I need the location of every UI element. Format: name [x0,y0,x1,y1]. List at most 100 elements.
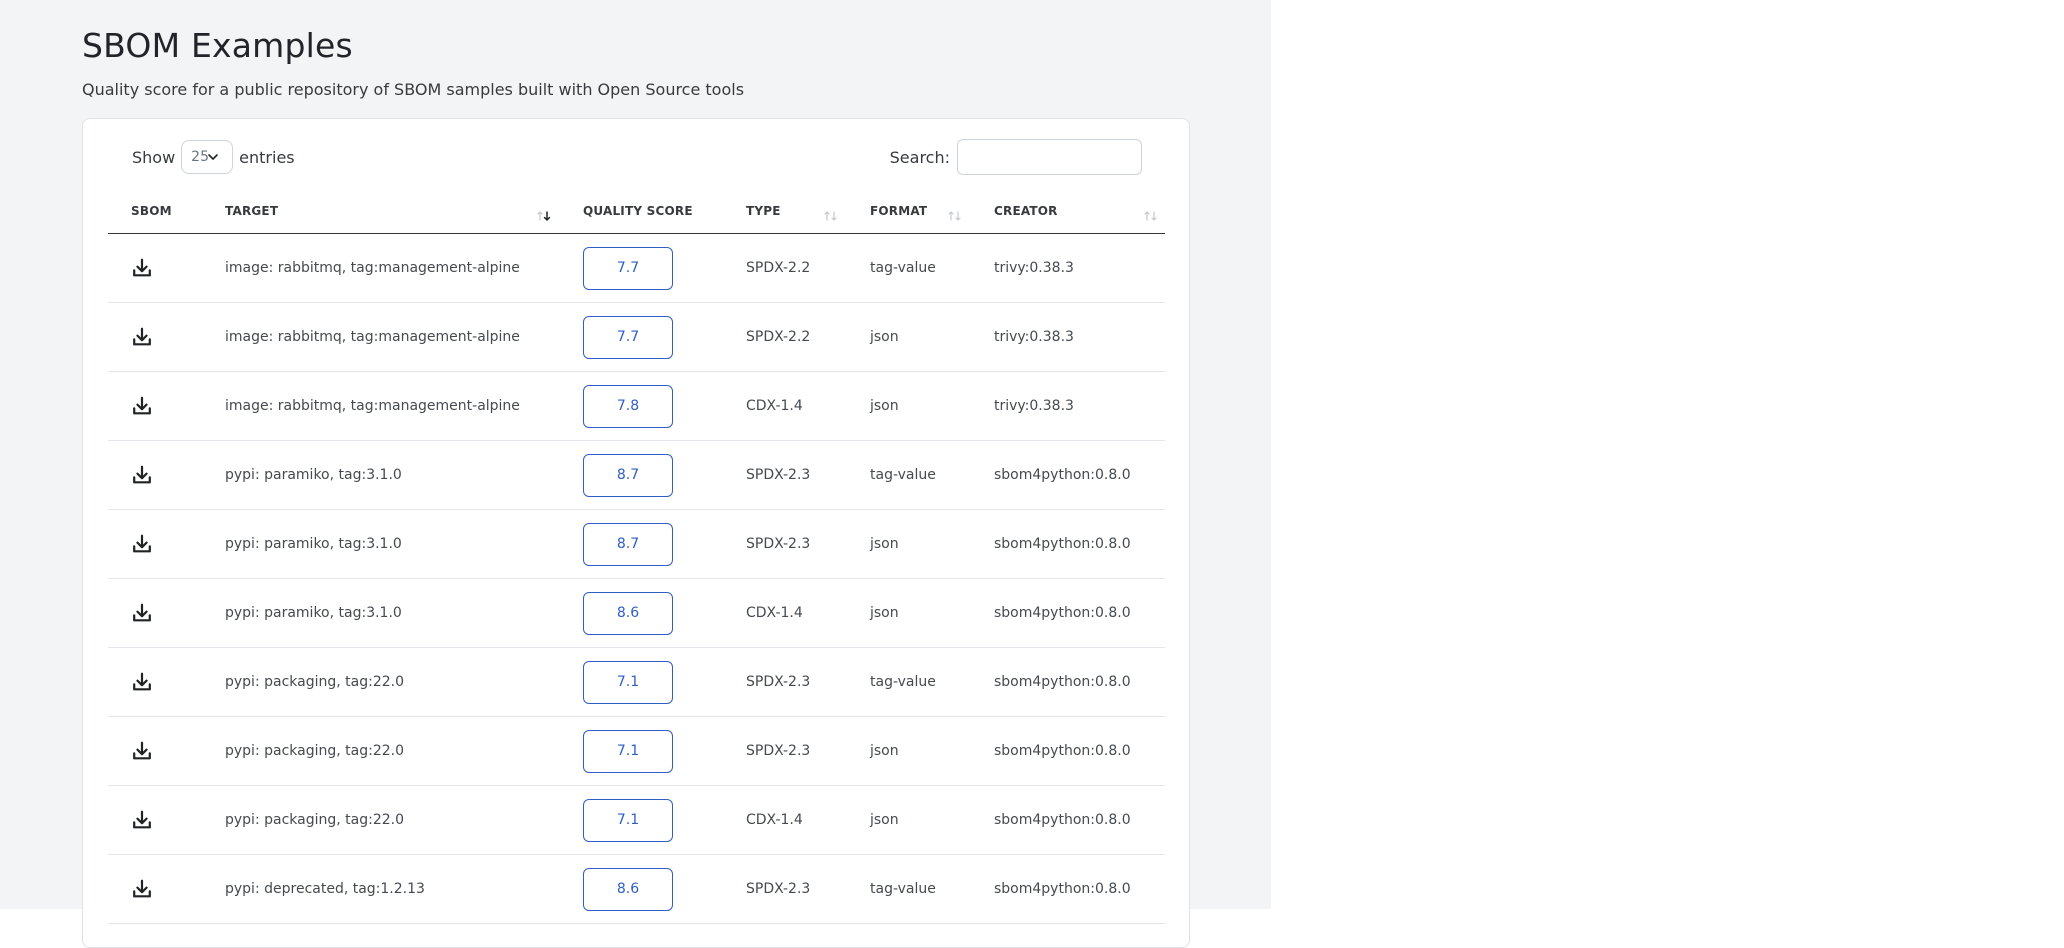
table-header-row: SBOM TARGET QUALITY SCORE TYPE FORMAT CR… [108,189,1165,234]
table-row: pypi: deprecated, tag:1.2.13 8.6 SPDX-2.… [108,854,1165,924]
cell-creator: trivy:0.38.3 [971,371,1165,441]
column-header-label: TYPE [746,204,781,218]
cell-type: SPDX-2.3 [723,440,847,510]
cell-format: tag-value [847,854,971,924]
cell-target: pypi: packaging, tag:22.0 [202,647,560,717]
cell-format: json [847,509,971,579]
download-icon[interactable] [131,395,153,417]
quality-score-button[interactable]: 7.1 [583,729,673,773]
show-label: Show [132,147,176,167]
cell-type: SPDX-2.3 [723,509,847,579]
cell-format: json [847,785,971,855]
cell-creator: sbom4python:0.8.0 [971,854,1165,924]
download-icon[interactable] [131,809,153,831]
entries-length-select[interactable]: 25 [181,140,234,174]
table-row: pypi: packaging, tag:22.0 7.1 CDX-1.4 js… [108,785,1165,855]
table-row: image: rabbitmq, tag:management-alpine 7… [108,233,1165,303]
sort-both-icon [948,211,961,221]
column-header-label: QUALITY SCORE [583,204,693,218]
download-icon[interactable] [131,878,153,900]
download-icon[interactable] [131,602,153,624]
cell-format: tag-value [847,233,971,303]
cell-creator: sbom4python:0.8.0 [971,716,1165,786]
table-row: image: rabbitmq, tag:management-alpine 7… [108,302,1165,372]
column-header-type[interactable]: TYPE [723,189,847,234]
sort-both-icon [824,211,837,221]
column-header-label: SBOM [131,204,172,218]
table-row: pypi: paramiko, tag:3.1.0 8.7 SPDX-2.3 j… [108,509,1165,579]
cell-format: tag-value [847,440,971,510]
column-header-label: CREATOR [994,204,1058,218]
cell-creator: trivy:0.38.3 [971,302,1165,372]
quality-score-button[interactable]: 8.6 [583,591,673,635]
cell-creator: trivy:0.38.3 [971,233,1165,303]
table-row: image: rabbitmq, tag:management-alpine 7… [108,371,1165,441]
download-icon[interactable] [131,257,153,279]
cell-creator: sbom4python:0.8.0 [971,440,1165,510]
cell-target: image: rabbitmq, tag:management-alpine [202,233,560,303]
table-row: pypi: paramiko, tag:3.1.0 8.6 CDX-1.4 js… [108,578,1165,648]
sort-desc-icon [537,211,551,221]
search-label: Search: [889,147,950,167]
quality-score-button[interactable]: 7.7 [583,246,673,290]
cell-creator: sbom4python:0.8.0 [971,578,1165,648]
length-control: Show 25 entries [132,140,295,174]
cell-type: CDX-1.4 [723,578,847,648]
cell-type: CDX-1.4 [723,371,847,441]
column-header-sbom: SBOM [108,189,202,234]
quality-score-button[interactable]: 7.1 [583,660,673,704]
table-body: image: rabbitmq, tag:management-alpine 7… [108,233,1165,924]
cell-type: SPDX-2.3 [723,854,847,924]
search-control: Search: [890,139,1142,175]
chevron-down-icon [208,154,218,160]
sbom-table: SBOM TARGET QUALITY SCORE TYPE FORMAT CR… [108,189,1165,924]
page-subtitle: Quality score for a public repository of… [82,80,745,99]
cell-type: SPDX-2.3 [723,647,847,717]
entries-label: entries [239,147,295,167]
quality-score-button[interactable]: 8.7 [583,453,673,497]
sbom-table-card: Show 25 entries Search: SBOM TARGET QUAL… [82,118,1190,948]
column-header-target[interactable]: TARGET [202,189,560,234]
column-header-creator[interactable]: CREATOR [971,189,1165,234]
cell-creator: sbom4python:0.8.0 [971,509,1165,579]
download-icon[interactable] [131,326,153,348]
cell-creator: sbom4python:0.8.0 [971,785,1165,855]
table-row: pypi: packaging, tag:22.0 7.1 SPDX-2.3 j… [108,716,1165,786]
cell-format: json [847,302,971,372]
cell-target: pypi: paramiko, tag:3.1.0 [202,440,560,510]
column-header-label: FORMAT [870,204,928,218]
download-icon[interactable] [131,740,153,762]
download-icon[interactable] [131,533,153,555]
cell-target: pypi: packaging, tag:22.0 [202,785,560,855]
cell-target: pypi: packaging, tag:22.0 [202,716,560,786]
column-header-quality-score: QUALITY SCORE [560,189,723,234]
cell-target: pypi: paramiko, tag:3.1.0 [202,509,560,579]
search-input[interactable] [957,139,1142,175]
page-title: SBOM Examples [82,26,353,65]
quality-score-button[interactable]: 8.7 [583,522,673,566]
cell-target: pypi: deprecated, tag:1.2.13 [202,854,560,924]
table-row: pypi: paramiko, tag:3.1.0 8.7 SPDX-2.3 t… [108,440,1165,510]
cell-target: image: rabbitmq, tag:management-alpine [202,371,560,441]
cell-type: SPDX-2.2 [723,302,847,372]
cell-creator: sbom4python:0.8.0 [971,647,1165,717]
cell-format: json [847,716,971,786]
quality-score-button[interactable]: 8.6 [583,867,673,911]
cell-type: SPDX-2.2 [723,233,847,303]
sort-both-icon [1144,211,1157,221]
quality-score-button[interactable]: 7.1 [583,798,673,842]
cell-type: SPDX-2.3 [723,716,847,786]
download-icon[interactable] [131,671,153,693]
cell-format: json [847,371,971,441]
content-area: SBOM Examples Quality score for a public… [0,0,1271,948]
cell-format: tag-value [847,647,971,717]
table-row: pypi: packaging, tag:22.0 7.1 SPDX-2.3 t… [108,647,1165,717]
cell-target: image: rabbitmq, tag:management-alpine [202,302,560,372]
cell-format: json [847,578,971,648]
quality-score-button[interactable]: 7.8 [583,384,673,428]
quality-score-button[interactable]: 7.7 [583,315,673,359]
column-header-format[interactable]: FORMAT [847,189,971,234]
download-icon[interactable] [131,464,153,486]
column-header-label: TARGET [225,204,279,218]
cell-target: pypi: paramiko, tag:3.1.0 [202,578,560,648]
